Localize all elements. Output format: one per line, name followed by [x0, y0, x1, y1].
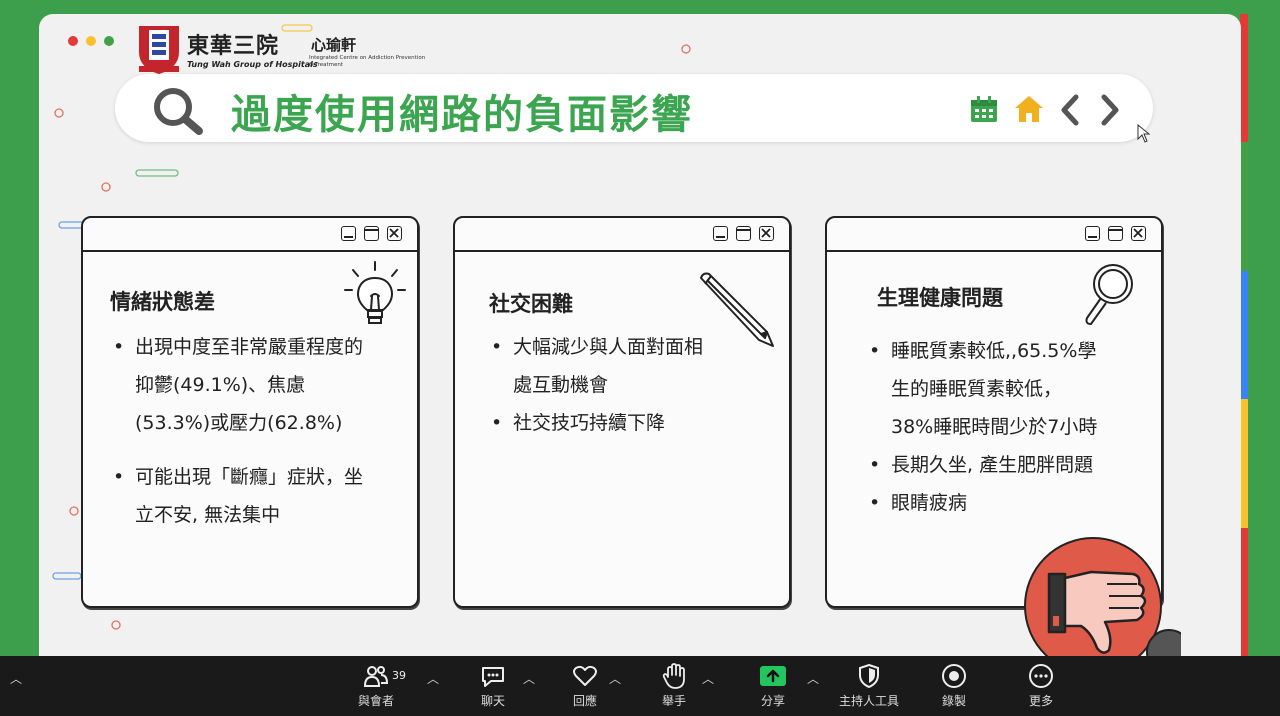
- minimize-icon: [1085, 226, 1100, 241]
- heart-icon: [573, 665, 597, 686]
- card-titlebar: [827, 218, 1161, 252]
- caret-up-icon[interactable]: ︿: [427, 670, 439, 687]
- host-tools-button[interactable]: 主持人工具: [829, 662, 909, 709]
- share-button[interactable]: 分享: [733, 662, 813, 709]
- home-icon[interactable]: [1013, 94, 1045, 124]
- card-social: 社交困難 大幅減少與人面對面相處互動機會 社交技巧持續下降: [453, 216, 791, 608]
- thumbs-down-icon: [1024, 537, 1181, 656]
- record-button[interactable]: 錄製: [914, 662, 994, 709]
- lightbulb-icon: [344, 261, 406, 324]
- participants-count: 39: [392, 669, 406, 682]
- organization-logo: 東華三院 Tung Wah Group of Hospitals 心瑜軒 Int…: [135, 22, 435, 78]
- maximize-icon: [1108, 226, 1123, 241]
- slide: 東華三院 Tung Wah Group of Hospitals 心瑜軒 Int…: [39, 14, 1241, 656]
- record-icon: [942, 664, 966, 688]
- chat-button[interactable]: 聊天: [453, 662, 533, 709]
- raise-hand-icon: [662, 663, 685, 689]
- record-label: 錄製: [941, 694, 966, 708]
- card-titlebar: [455, 218, 789, 252]
- card-bullets: 出現中度至非常嚴重程度的抑鬱(49.1%)、焦慮(53.3%)或壓力(62.8%…: [113, 328, 375, 534]
- minimize-icon: [341, 226, 356, 241]
- magnifier-icon: [1085, 264, 1133, 326]
- chat-icon: [482, 667, 504, 687]
- search-icon: [154, 88, 203, 135]
- list-item: 大幅減少與人面對面相處互動機會: [491, 328, 721, 404]
- centre-name-en: Integrated Centre on Addiction Preventio…: [309, 55, 426, 68]
- list-item: 睡眠質素較低,,65.5%學生的睡眠質素較低，38%睡眠時間少於7小時: [869, 332, 1099, 446]
- more-icon: [1029, 664, 1053, 688]
- share-screen-icon: [760, 666, 786, 686]
- centre-name-cn: 心瑜軒: [311, 36, 357, 54]
- list-item: 長期久坐, 產生肥胖問題: [869, 446, 1099, 484]
- chevron-right-icon[interactable]: [1099, 94, 1121, 126]
- list-item: 社交技巧持續下降: [491, 404, 721, 442]
- reactions-label: 回應: [572, 694, 597, 708]
- calendar-icon[interactable]: [969, 94, 999, 124]
- close-icon: [1131, 226, 1146, 241]
- org-name-en: Tung Wah Group of Hospitals: [187, 60, 318, 69]
- maximize-icon: [364, 226, 379, 241]
- tung-wah-emblem-icon: [139, 26, 179, 74]
- card-titlebar: [83, 218, 417, 252]
- card-heading: 生理健康問題: [877, 286, 1003, 310]
- list-item: 眼睛疲病: [869, 484, 1099, 522]
- org-name-cn: 東華三院: [187, 33, 280, 59]
- more-label: 更多: [1028, 694, 1053, 708]
- host-tools-label: 主持人工具: [838, 694, 899, 708]
- more-button[interactable]: 更多: [1001, 662, 1081, 709]
- page-title: 過度使用網路的負面影響: [231, 92, 693, 138]
- list-item: 出現中度至非常嚴重程度的抑鬱(49.1%)、焦慮(53.3%)或壓力(62.8%…: [113, 328, 375, 442]
- share-label: 分享: [760, 694, 785, 708]
- caret-up-icon[interactable]: ︿: [702, 670, 714, 687]
- maximize-icon: [736, 226, 751, 241]
- card-emotional: 情緒狀態差 出現中度至非常嚴重程度的抑鬱(49.1%)、焦慮(53.3%)或壓力…: [81, 216, 419, 608]
- participants-label: 與會者: [357, 694, 394, 708]
- raise-hand-label: 舉手: [661, 694, 686, 708]
- card-bullets: 大幅減少與人面對面相處互動機會 社交技巧持續下降: [491, 328, 721, 442]
- card-bullets: 睡眠質素較低,,65.5%學生的睡眠質素較低，38%睡眠時間少於7小時 長期久坐…: [869, 332, 1099, 522]
- title-search-bar: 過度使用網路的負面影響: [115, 74, 1153, 143]
- caret-up-icon[interactable]: ︿: [609, 670, 621, 687]
- shield-icon: [859, 664, 879, 688]
- rainbow-stripe: [1240, 14, 1248, 656]
- chat-label: 聊天: [480, 694, 505, 708]
- card-heading: 社交困難: [489, 292, 573, 316]
- participants-icon: [363, 666, 389, 687]
- caret-up-icon[interactable]: ︿: [807, 670, 819, 687]
- mouse-cursor-icon: [1137, 124, 1151, 143]
- list-item: 可能出現「斷癮」症狀，坐立不安, 無法集中: [113, 458, 375, 534]
- caret-up-icon[interactable]: ︿: [10, 670, 22, 687]
- caret-up-icon[interactable]: ︿: [523, 670, 535, 687]
- chevron-left-icon[interactable]: [1059, 94, 1081, 126]
- close-icon: [387, 226, 402, 241]
- minimize-icon: [713, 226, 728, 241]
- meeting-toolbar: ︿ 與會者 39 ︿ 聊天 ︿ 回應 ︿ 舉手 ︿ 分享 ︿ 主持人工具 錄製 …: [0, 656, 1280, 716]
- card-heading: 情緒狀態差: [110, 290, 215, 314]
- close-icon: [759, 226, 774, 241]
